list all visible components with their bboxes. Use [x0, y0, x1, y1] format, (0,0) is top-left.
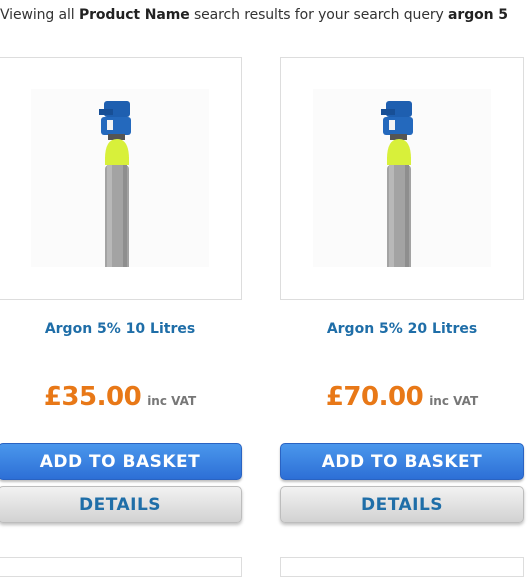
vat-label: inc VAT	[147, 394, 197, 408]
product-card: Argon 5% 10 Litres £35.00 inc VAT ADD TO …	[0, 57, 242, 523]
vat-label: inc VAT	[429, 394, 479, 408]
product-image-link[interactable]	[0, 57, 242, 300]
add-to-basket-button[interactable]: ADD TO BASKET	[0, 443, 242, 480]
product-image-link[interactable]	[280, 57, 524, 300]
gas-cylinder-icon	[313, 89, 491, 267]
search-field: Product Name	[78, 7, 190, 23]
product-card: Argon 5% 20 Litres £70.00 inc VAT ADD TO …	[280, 57, 524, 523]
search-middle: search results for your search query	[189, 7, 449, 23]
product-price: £70.00	[325, 382, 424, 412]
search-query: argon 5	[448, 7, 508, 23]
search-summary: Viewing all Product Name search results …	[0, 7, 508, 23]
next-product-card	[280, 557, 524, 577]
product-price: £35.00	[43, 382, 142, 412]
product-name-link[interactable]: Argon 5% 10 Litres	[0, 320, 242, 338]
price-row: £70.00 inc VAT	[280, 380, 524, 414]
details-button[interactable]: DETAILS	[0, 486, 242, 523]
add-to-basket-button[interactable]: ADD TO BASKET	[280, 443, 524, 480]
details-button[interactable]: DETAILS	[280, 486, 524, 523]
gas-cylinder-icon	[31, 89, 209, 267]
price-row: £35.00 inc VAT	[0, 380, 242, 414]
search-prefix: Viewing all	[0, 7, 79, 23]
next-product-card	[0, 557, 242, 577]
product-name-link[interactable]: Argon 5% 20 Litres	[280, 320, 524, 338]
